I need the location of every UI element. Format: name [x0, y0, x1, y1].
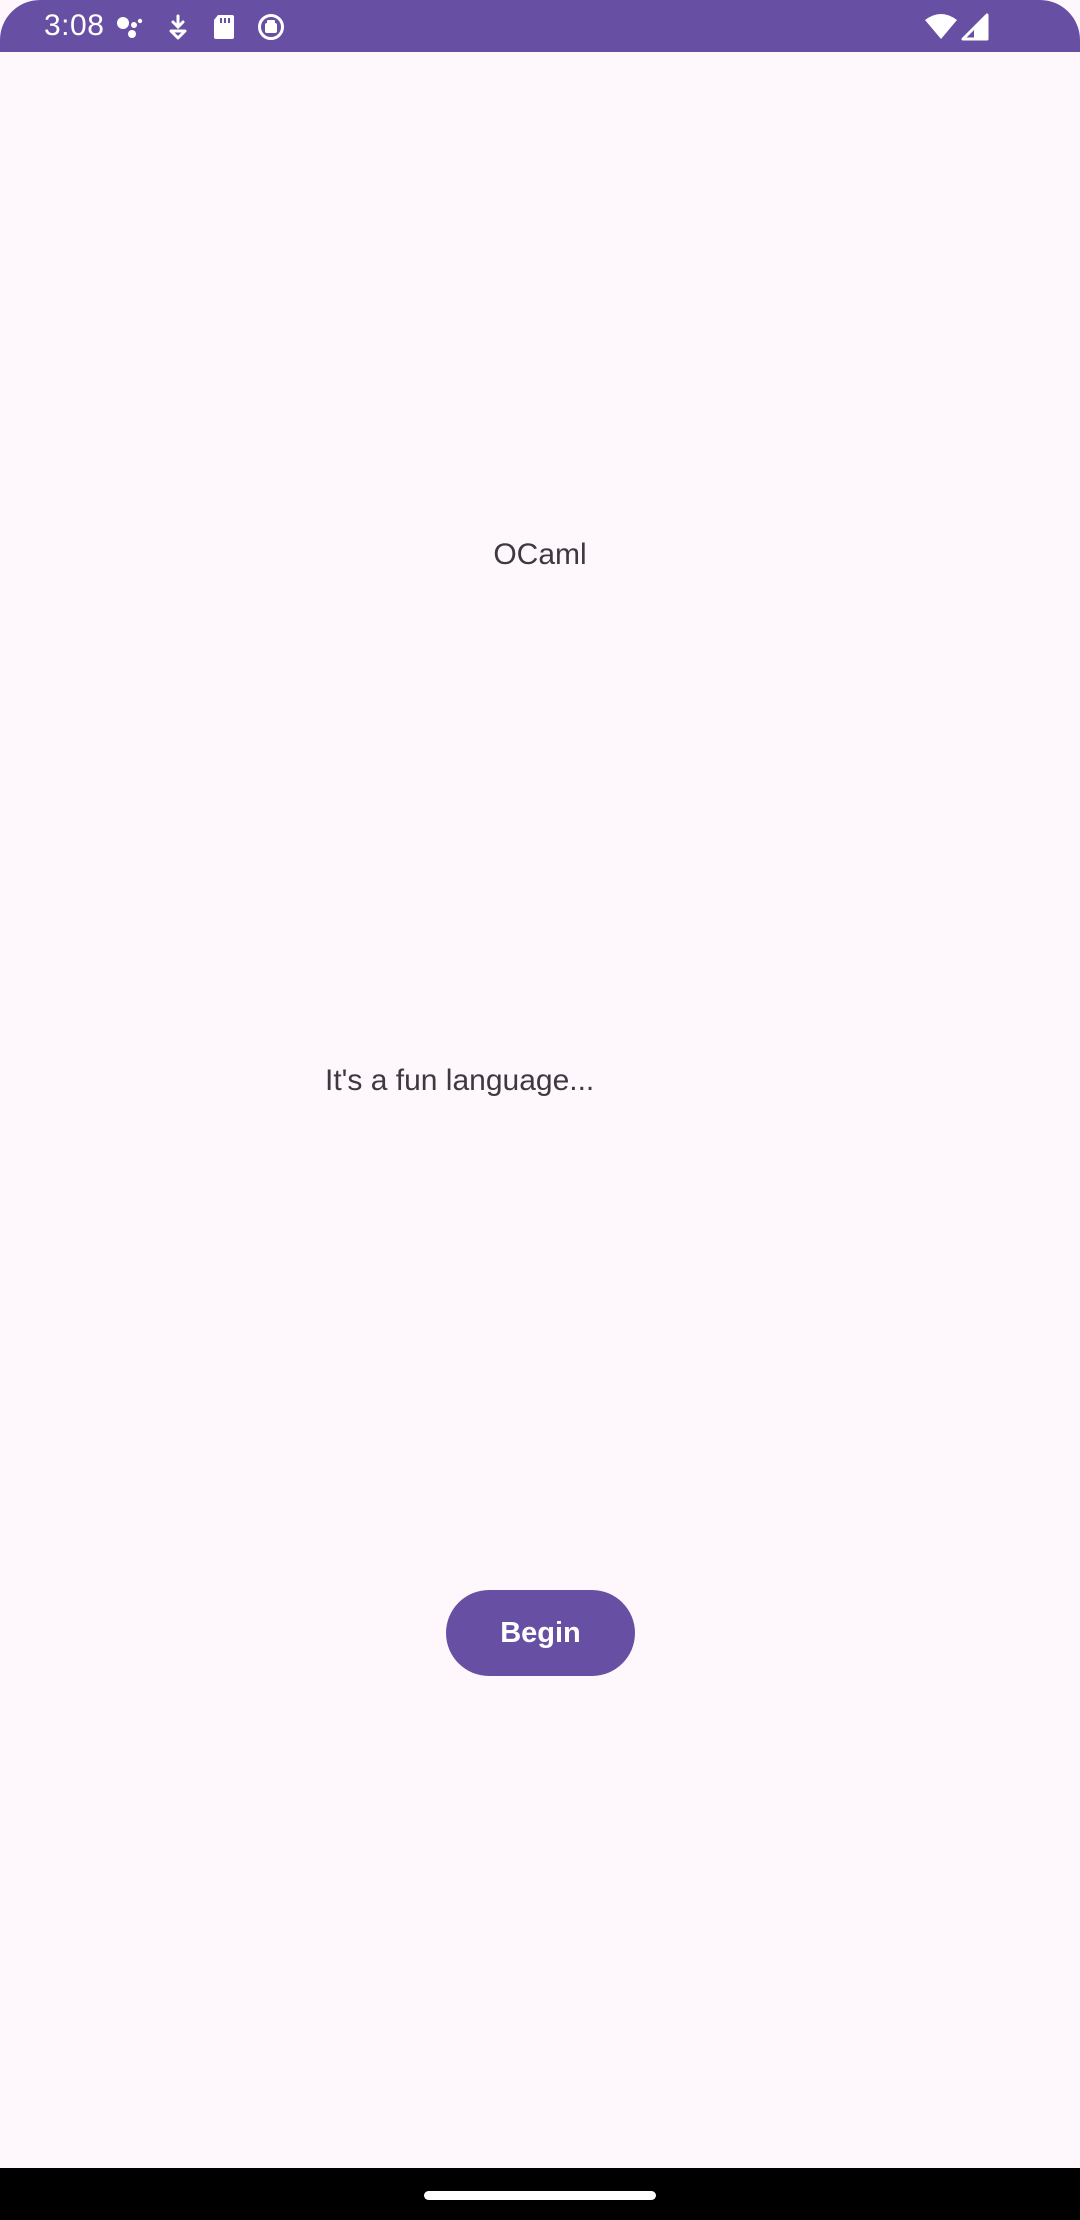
page-subtitle: It's a fun language...	[325, 1064, 595, 1097]
cell-signal-icon	[961, 13, 989, 41]
navigation-bar	[0, 2168, 1080, 2220]
recording-icon	[258, 14, 284, 40]
wifi-icon	[925, 14, 957, 39]
begin-button[interactable]: Begin	[446, 1590, 635, 1676]
status-bar: 3:08	[0, 0, 1080, 52]
download-icon	[169, 14, 187, 40]
page-title: OCaml	[493, 538, 587, 571]
home-gesture-handle[interactable]	[424, 2191, 656, 2200]
app-screen: 3:08 OCaml It's a fun language... Begin	[0, 0, 1080, 2220]
sd-card-icon	[214, 15, 234, 39]
status-time: 3:08	[44, 9, 105, 42]
assistant-icon	[117, 17, 143, 38]
